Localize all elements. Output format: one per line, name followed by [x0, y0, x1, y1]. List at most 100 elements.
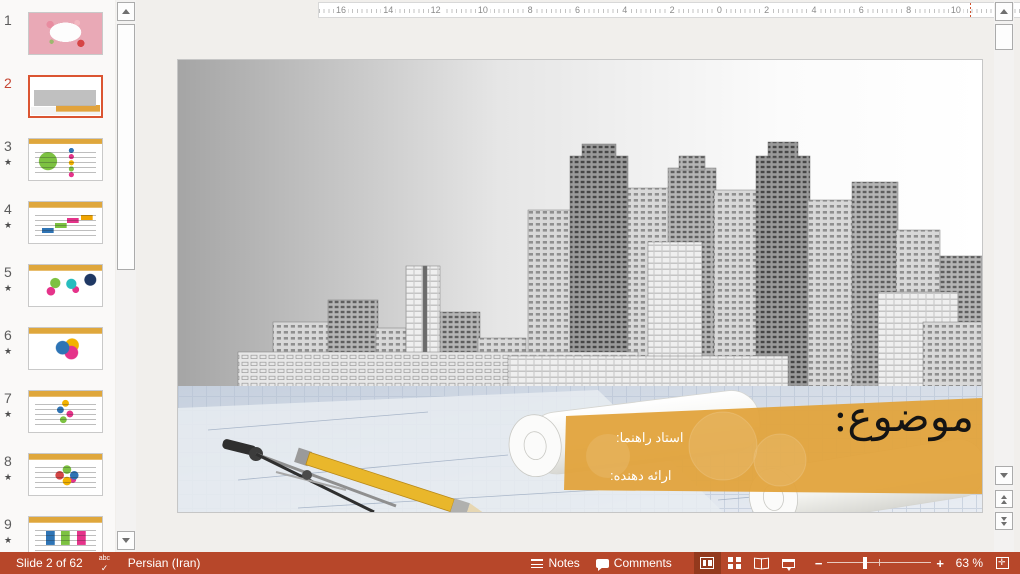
animation-star-icon: ★ [4, 157, 26, 168]
zoom-in-button[interactable]: + [931, 556, 949, 571]
slide-thumbnail-item[interactable]: 4★ [0, 189, 115, 252]
thumbnail-gutter: 3★ [4, 138, 26, 168]
comments-button[interactable]: Comments [588, 552, 680, 574]
horizontal-ruler[interactable]: 1614121086420246810121416 [318, 2, 1020, 18]
slide-editing-area[interactable]: موضوع: استاد راهنما: ارائه دهنده: [178, 60, 982, 512]
triangle-down-icon [122, 538, 130, 543]
slide-number: 2 [4, 75, 26, 91]
notes-button[interactable]: Notes [523, 552, 587, 574]
previous-slide-button[interactable] [995, 490, 1013, 508]
slide-number: 1 [4, 12, 26, 28]
slide-thumbnail-list: 123★4★5★6★7★8★9★ [0, 0, 115, 552]
slide-thumbnail[interactable] [28, 516, 103, 552]
thumbnail-gutter: 7★ [4, 390, 26, 420]
triangle-down-icon [1000, 473, 1008, 478]
zoom-out-button[interactable]: − [810, 556, 828, 571]
slide-artwork [178, 60, 982, 512]
animation-star-icon: ★ [4, 535, 26, 546]
ruler-label: 10 [476, 4, 490, 16]
ruler-label: 6 [573, 4, 582, 16]
zoom-slider-handle[interactable] [863, 557, 867, 569]
thumbnail-gutter: 9★ [4, 516, 26, 546]
slide-sorter-button[interactable] [721, 552, 748, 574]
language-indicator[interactable]: Persian (Iran) [120, 552, 209, 574]
slide-thumbnail[interactable] [28, 75, 103, 118]
spellcheck-icon [99, 557, 112, 570]
slide-thumbnail[interactable] [28, 201, 103, 244]
thumbnail-scroll-down-button[interactable] [117, 531, 135, 550]
slide-number: 3 [4, 138, 26, 154]
scroll-down-button[interactable] [995, 466, 1013, 485]
slide-counter[interactable]: Slide 2 of 62 [8, 552, 91, 574]
spellcheck-button[interactable] [91, 552, 120, 574]
ruler-label: 2 [762, 4, 771, 16]
thumbnail-scrollbar-thumb[interactable] [117, 24, 135, 270]
slide-thumbnail-item[interactable]: 3★ [0, 126, 115, 189]
comments-icon [596, 559, 609, 568]
slide-sorter-icon [728, 557, 741, 569]
slide-thumbnail-item[interactable]: 2 [0, 63, 115, 126]
slide-number: 9 [4, 516, 26, 532]
slideshow-icon [782, 559, 795, 568]
slide-thumbnail[interactable] [28, 138, 103, 181]
slide-thumbnail[interactable] [28, 390, 103, 433]
comments-label: Comments [614, 556, 672, 570]
slideshow-button[interactable] [775, 552, 802, 574]
notes-icon [531, 558, 543, 569]
ruler-label: 12 [429, 4, 443, 16]
slide-thumbnail-item[interactable]: 1 [0, 0, 115, 63]
thumbnail-gutter: 1 [4, 12, 26, 28]
ruler-label: 6 [857, 4, 866, 16]
slide-thumbnail[interactable] [28, 327, 103, 370]
animation-star-icon: ★ [4, 283, 26, 294]
zoom-percentage[interactable]: 63 % [949, 556, 989, 570]
slide-title-text[interactable]: موضوع: [714, 394, 974, 440]
language-label: Persian (Iran) [128, 556, 201, 570]
slide-thumbnail-item[interactable]: 7★ [0, 378, 115, 441]
ruler-label: 8 [904, 4, 913, 16]
ruler-label: 0 [715, 4, 724, 16]
notes-label: Notes [548, 556, 579, 570]
slide-thumbnail-panel: 123★4★5★6★7★8★9★ [0, 0, 115, 552]
next-slide-button[interactable] [995, 512, 1013, 530]
ruler-label: 10 [949, 4, 963, 16]
animation-star-icon: ★ [4, 472, 26, 483]
main-scrollbar[interactable] [994, 0, 1014, 552]
reading-view-icon [754, 558, 769, 568]
slide-thumbnail[interactable] [28, 453, 103, 496]
thumbnail-gutter: 8★ [4, 453, 26, 483]
fit-to-window-icon [996, 557, 1009, 569]
normal-view-icon [700, 557, 714, 569]
double-chevron-down-icon [1001, 517, 1007, 521]
ruler-label: 16 [334, 4, 348, 16]
slide-supervisor-text[interactable]: استاد راهنما: [616, 430, 736, 446]
slide-thumbnail[interactable] [28, 12, 103, 55]
triangle-up-icon [1000, 9, 1008, 14]
slide-thumbnail-item[interactable]: 8★ [0, 441, 115, 504]
slide-thumbnail-item[interactable]: 5★ [0, 252, 115, 315]
ruler-label: 4 [620, 4, 629, 16]
slide-presenter-text[interactable]: ارائه دهنده: [610, 468, 730, 484]
thumbnail-scroll-up-button[interactable] [117, 2, 135, 21]
slide-number: 8 [4, 453, 26, 469]
triangle-up-icon [122, 9, 130, 14]
ruler-cursor-indicator [970, 3, 971, 19]
slide-number: 5 [4, 264, 26, 280]
zoom-slider[interactable] [827, 552, 931, 574]
slide-thumbnail-item[interactable]: 9★ [0, 504, 115, 552]
slide-thumbnail-item[interactable]: 6★ [0, 315, 115, 378]
slide-number: 6 [4, 327, 26, 343]
thumbnail-scrollbar[interactable] [116, 0, 136, 552]
fit-slide-to-window-button[interactable] [989, 552, 1016, 574]
animation-star-icon: ★ [4, 220, 26, 231]
slide-thumbnail[interactable] [28, 264, 103, 307]
scroll-up-button[interactable] [995, 2, 1013, 21]
thumbnail-gutter: 6★ [4, 327, 26, 357]
ruler-label: 2 [668, 4, 677, 16]
animation-star-icon: ★ [4, 409, 26, 420]
reading-view-button[interactable] [748, 552, 775, 574]
editing-canvas: 1614121086420246810121416 864202468 [140, 0, 1020, 552]
main-scrollbar-thumb[interactable] [995, 24, 1013, 50]
slide-number: 7 [4, 390, 26, 406]
normal-view-button[interactable] [694, 552, 721, 574]
